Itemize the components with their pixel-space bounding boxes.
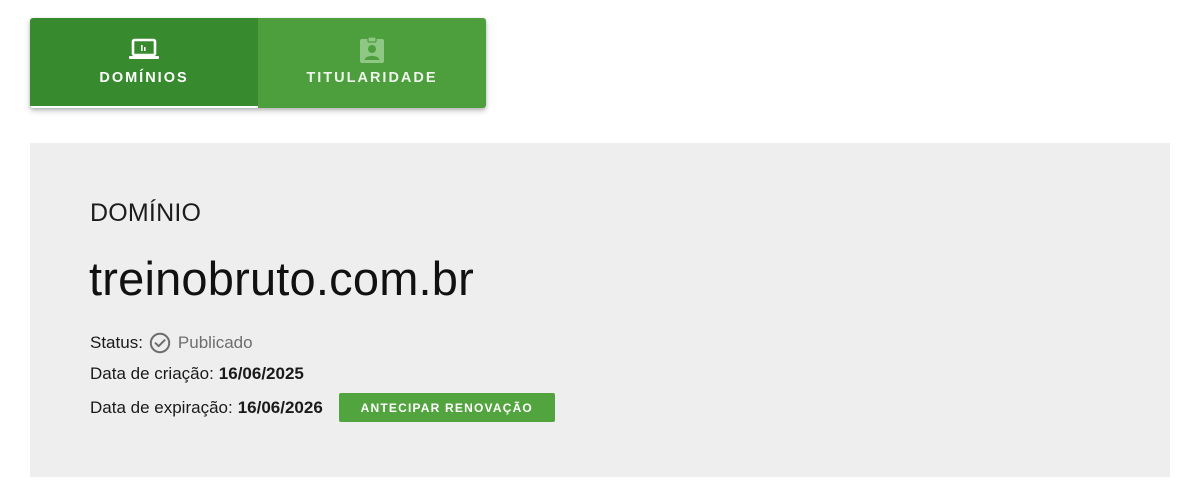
created-row: Data de criação: 16/06/2025 (90, 364, 304, 384)
badge-icon (354, 36, 390, 64)
check-circle-icon (149, 332, 171, 354)
domain-panel: DOMÍNIO treinobruto.com.br Status: Publi… (30, 143, 1170, 477)
status-row: Status: Publicado (90, 332, 253, 354)
created-label: Data de criação: (90, 364, 214, 383)
expires-label: Data de expiração: (90, 397, 233, 417)
created-value: 16/06/2025 (218, 364, 304, 383)
tab-titularidade-label: TITULARIDADE (306, 70, 438, 86)
expires-row: Data de expiração: 16/06/2026 ANTECIPAR … (90, 393, 555, 422)
domain-name: treinobruto.com.br (89, 252, 474, 305)
tab-dominios-label: DOMÍNIOS (99, 70, 189, 86)
status-label: Status: (90, 333, 143, 352)
tab-bar: DOMÍNIOS TITULARIDADE (30, 18, 486, 108)
tab-dominios[interactable]: DOMÍNIOS (30, 18, 258, 108)
renew-button[interactable]: ANTECIPAR RENOVAÇÃO (338, 393, 555, 422)
tab-titularidade[interactable]: TITULARIDADE (258, 18, 486, 108)
section-label: DOMÍNIO (90, 199, 202, 227)
laptop-icon (126, 36, 162, 64)
status-value: Publicado (177, 333, 253, 352)
expires-value: 16/06/2026 (237, 397, 323, 417)
